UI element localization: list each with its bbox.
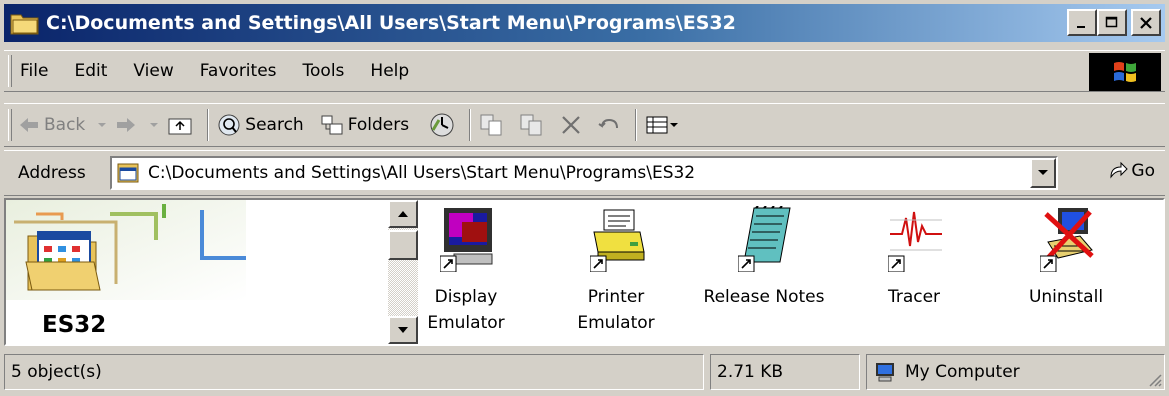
address-field[interactable]: C:\Documents and Settings\All Users\Star… — [110, 156, 1058, 190]
status-objects-text: 5 object(s) — [11, 362, 102, 382]
file-item-tracer[interactable]: Tracer — [844, 200, 984, 344]
move-to-icon — [480, 114, 502, 136]
folder-name-heading: ES32 — [42, 312, 107, 338]
menu-edit[interactable]: Edit — [74, 61, 107, 81]
folders-icon — [321, 115, 343, 135]
go-label: Go — [1131, 161, 1155, 181]
views-grid-icon — [646, 116, 668, 134]
status-location-text: My Computer — [905, 362, 1020, 382]
menu-view[interactable]: View — [133, 61, 173, 81]
address-label: Address — [18, 163, 86, 183]
standard-toolbar: Back Search Folders — [4, 103, 1165, 147]
file-label: Uninstall — [1028, 287, 1104, 307]
status-object-count: 5 object(s) — [4, 354, 704, 390]
file-label: Release Notes — [703, 287, 825, 307]
close-button[interactable] — [1131, 9, 1161, 36]
go-button[interactable]: Go — [1107, 161, 1155, 181]
forward-arrow-icon — [117, 118, 136, 132]
file-label: Display Emulator — [427, 287, 505, 333]
toolbar-separator — [469, 109, 472, 141]
folders-label: Folders — [347, 115, 410, 135]
up-folder-icon — [168, 118, 192, 135]
menu-help[interactable]: Help — [370, 61, 409, 81]
address-dropdown-button[interactable] — [1030, 158, 1056, 188]
notepad-icon — [738, 206, 791, 272]
menu-file[interactable]: File — [20, 61, 48, 81]
back-arrow-icon — [20, 118, 38, 132]
copy-to-button[interactable] — [519, 113, 545, 137]
menu-favorites[interactable]: Favorites — [200, 61, 277, 81]
search-icon — [218, 114, 240, 136]
copy-to-icon — [520, 114, 542, 136]
status-zone: My Computer — [866, 354, 1165, 390]
status-bar: 5 object(s) 2.71 KB My Computer — [4, 352, 1165, 392]
menubar-grip[interactable] — [8, 55, 12, 87]
chevron-down-icon — [98, 123, 107, 127]
back-label: Back — [44, 115, 86, 135]
toolbar-separator — [207, 109, 210, 141]
up-folder-button[interactable] — [167, 114, 193, 136]
printer-icon — [590, 209, 645, 272]
history-button[interactable] — [429, 112, 455, 138]
file-item-release-notes[interactable]: Release Notes — [694, 200, 834, 344]
monitor-icon — [440, 208, 493, 272]
chevron-down-icon — [150, 123, 159, 127]
file-label: Tracer — [887, 287, 941, 307]
title-bar[interactable]: C:\Documents and Settings\All Users\Star… — [4, 4, 1165, 42]
folder-icon — [10, 10, 40, 36]
menu-bar: File Edit View Favorites Tools Help — [4, 50, 1165, 92]
minimize-button[interactable] — [1067, 9, 1097, 36]
folder-info-pane: ES32 — [6, 200, 388, 344]
toolbar-separator — [635, 109, 638, 141]
uninstall-icon — [1040, 208, 1094, 272]
history-clock-icon — [430, 113, 454, 137]
folder-content: ES32 Display Emulator Printer Emulator R… — [4, 198, 1165, 346]
resize-grip-icon — [1149, 374, 1162, 387]
back-button[interactable]: Back — [18, 115, 109, 135]
waveform-icon — [888, 211, 942, 272]
search-button[interactable]: Search — [217, 113, 304, 137]
undo-icon — [598, 118, 619, 129]
menu-tools[interactable]: Tools — [303, 61, 345, 81]
chevron-down-icon — [670, 123, 679, 127]
chevron-down-icon — [1038, 170, 1048, 175]
file-item-uninstall[interactable]: Uninstall — [996, 200, 1136, 344]
toolbar-grip[interactable] — [8, 109, 12, 141]
file-label: Printer Emulator — [577, 287, 655, 333]
status-size-text: 2.71 KB — [717, 362, 784, 382]
my-computer-icon — [876, 363, 894, 382]
maximize-button[interactable] — [1097, 9, 1127, 36]
undo-button[interactable] — [597, 114, 621, 136]
window-title: C:\Documents and Settings\All Users\Star… — [46, 12, 736, 34]
go-arrow-icon — [1110, 161, 1129, 179]
delete-button[interactable] — [559, 113, 583, 137]
file-item-printer-emulator[interactable]: Printer Emulator — [546, 200, 686, 344]
delete-x-icon — [562, 116, 580, 134]
views-button[interactable] — [645, 114, 679, 136]
search-label: Search — [245, 115, 304, 135]
status-size: 2.71 KB — [710, 354, 860, 390]
explorer-window: C:\Documents and Settings\All Users\Star… — [0, 0, 1169, 396]
address-bar: Address C:\Documents and Settings\All Us… — [4, 150, 1165, 196]
address-value: C:\Documents and Settings\All Users\Star… — [148, 163, 696, 183]
forward-button[interactable] — [115, 116, 161, 134]
windows-logo — [1089, 53, 1161, 91]
folder-window-icon — [117, 163, 139, 183]
file-item-display-emulator[interactable]: Display Emulator — [396, 200, 536, 344]
program-folder-icon — [25, 231, 101, 291]
folders-button[interactable]: Folders — [320, 114, 409, 136]
move-to-button[interactable] — [479, 113, 505, 137]
